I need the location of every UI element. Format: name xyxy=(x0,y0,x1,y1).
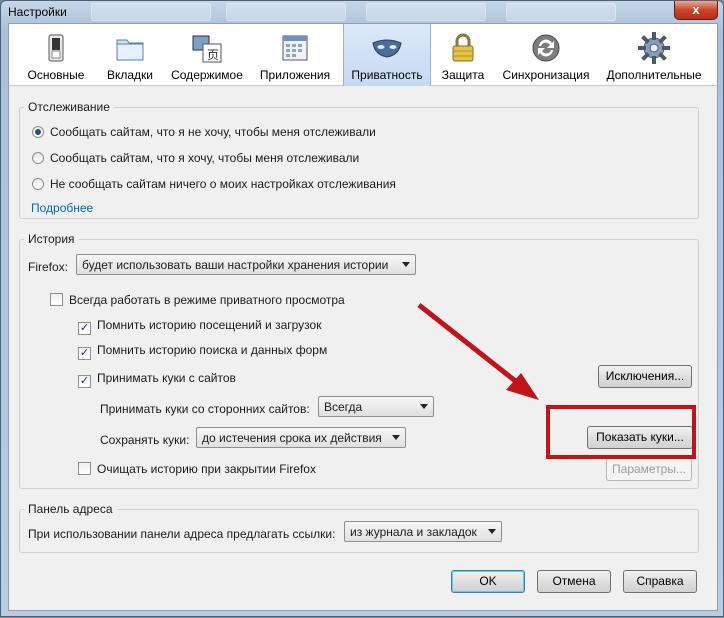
group-title: Панель адреса xyxy=(24,502,117,516)
tab-tabs[interactable]: Вкладки xyxy=(97,24,163,86)
tab-applications[interactable]: Приложения xyxy=(255,24,335,86)
private-mode-checkbox[interactable]: Всегда работать в режиме приватного прос… xyxy=(50,293,345,307)
tab-label: Основные xyxy=(27,68,85,82)
select-value: Всегда xyxy=(324,400,363,414)
checkbox[interactable] xyxy=(78,462,91,475)
third-party-cookies-select[interactable]: Всегда xyxy=(318,396,434,417)
checkbox-label: Принимать куки с сайтов xyxy=(97,371,236,385)
tabs-icon xyxy=(116,39,144,61)
group-title: История xyxy=(24,232,79,246)
third-party-cookies-label: Принимать куки со сторонних сайтов: xyxy=(100,402,310,416)
applications-icon xyxy=(282,35,308,61)
tab-content[interactable]: 页 Содержимое xyxy=(167,24,247,86)
checkbox[interactable]: ✓ xyxy=(78,322,91,335)
tab-sync[interactable]: Синхронизация xyxy=(497,24,595,86)
learn-more-link[interactable]: Подробнее xyxy=(31,201,93,215)
tab-label: Защита xyxy=(441,68,485,82)
tracking-group: Отслеживание Сообщать сайтам, что я не х… xyxy=(19,100,699,219)
radio-button[interactable] xyxy=(32,178,44,190)
background-window-tab xyxy=(366,3,486,21)
mask-icon xyxy=(372,39,402,58)
group-title: Отслеживание xyxy=(24,100,114,114)
sync-icon xyxy=(532,34,560,62)
background-window-tab xyxy=(506,3,616,21)
tab-advanced[interactable]: Дополнительные xyxy=(601,24,707,86)
chevron-down-icon xyxy=(402,262,410,267)
radio-button[interactable] xyxy=(32,126,44,138)
checkbox-label: Очищать историю при закрытии Firefox xyxy=(97,462,316,476)
ok-button[interactable]: OK xyxy=(451,570,525,593)
background-window-tab xyxy=(91,3,211,21)
checkbox[interactable]: ✓ xyxy=(78,375,91,388)
checkbox-label: Помнить историю поиска и данных форм xyxy=(97,343,328,357)
tab-security[interactable]: Защита xyxy=(435,24,491,86)
background-window-tab xyxy=(226,3,346,21)
option-label: Сообщать сайтам, что я не хочу, чтобы ме… xyxy=(50,125,376,139)
keep-cookies-label: Сохранять куки: xyxy=(100,433,190,447)
cancel-button[interactable]: Отмена xyxy=(537,570,611,593)
suggest-label: При использовании панели адреса предлага… xyxy=(28,527,336,541)
checkbox-label: Всегда работать в режиме приватного прос… xyxy=(69,293,345,307)
option-label: Не сообщать сайтам ничего о моих настрой… xyxy=(50,177,396,191)
tracking-option-do-not-track[interactable]: Сообщать сайтам, что я не хочу, чтобы ме… xyxy=(32,125,376,139)
title-bar[interactable]: Настройки x xyxy=(1,1,723,23)
switch-icon xyxy=(48,34,64,62)
tab-privacy[interactable]: Приватность xyxy=(343,24,431,86)
annotation-highlight-box xyxy=(546,405,696,459)
remember-search-checkbox[interactable]: ✓ Помнить историю поиска и данных форм xyxy=(78,343,327,360)
remember-visits-checkbox[interactable]: ✓ Помнить историю посещений и загрузок xyxy=(78,318,321,335)
history-mode-label: Firefox: xyxy=(28,260,69,274)
preferences-toolbar: Основные Вкладки 页 Содержимое Приложения… xyxy=(9,24,717,86)
window-title: Настройки xyxy=(8,5,67,19)
select-value: из журнала и закладок xyxy=(350,525,477,539)
tab-label: Вкладки xyxy=(106,68,154,82)
chevron-down-icon xyxy=(392,435,400,440)
help-button[interactable]: Справка xyxy=(623,570,697,593)
tab-general[interactable]: Основные xyxy=(23,24,89,86)
select-value: будет использовать ваши настройки хранен… xyxy=(82,258,389,272)
suggest-select[interactable]: из журнала и закладок xyxy=(344,521,502,542)
close-button[interactable]: x xyxy=(674,1,718,20)
gear-icon xyxy=(638,32,670,64)
tab-label: Содержимое xyxy=(171,68,243,82)
radio-button[interactable] xyxy=(32,152,44,164)
tracking-option-none[interactable]: Не сообщать сайтам ничего о моих настрой… xyxy=(32,177,396,191)
settings-window: Настройки x Основные Вкладки 页 Содержимо… xyxy=(0,0,724,617)
tab-label: Приложения xyxy=(259,68,331,82)
history-mode-select[interactable]: будет использовать ваши настройки хранен… xyxy=(76,254,416,275)
lock-icon xyxy=(452,33,474,62)
accept-cookies-checkbox[interactable]: ✓ Принимать куки с сайтов xyxy=(78,371,236,388)
svg-text:页: 页 xyxy=(207,48,219,62)
content-icon: 页 xyxy=(192,35,222,63)
dialog-client-area: Основные Вкладки 页 Содержимое Приложения… xyxy=(8,23,718,611)
exceptions-button[interactable]: Исключения... xyxy=(598,365,692,388)
select-value: до истечения срока их действия xyxy=(202,431,382,445)
clear-settings-button[interactable]: Параметры... xyxy=(606,458,692,481)
clear-on-close-checkbox[interactable]: Очищать историю при закрытии Firefox xyxy=(78,462,316,476)
keep-cookies-select[interactable]: до истечения срока их действия xyxy=(196,427,406,448)
tab-label: Дополнительные xyxy=(606,68,702,82)
tab-label: Приватность xyxy=(351,68,423,82)
address-bar-group: Панель адреса При использовании панели а… xyxy=(19,502,699,553)
chevron-down-icon xyxy=(488,529,496,534)
tracking-option-track[interactable]: Сообщать сайтам, что я хочу, чтобы меня … xyxy=(32,151,359,165)
checkbox[interactable]: ✓ xyxy=(78,347,91,360)
chevron-down-icon xyxy=(420,404,428,409)
checkbox[interactable] xyxy=(50,293,63,306)
option-label: Сообщать сайтам, что я хочу, чтобы меня … xyxy=(50,151,360,165)
close-icon: x xyxy=(692,2,700,17)
checkbox-label: Помнить историю посещений и загрузок xyxy=(97,318,322,332)
tab-label: Синхронизация xyxy=(502,68,590,82)
